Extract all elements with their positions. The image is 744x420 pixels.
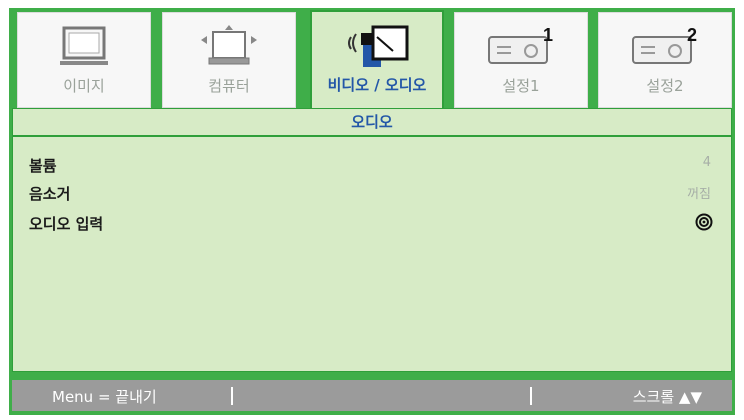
video-audio-icon	[312, 20, 442, 70]
target-icon[interactable]	[695, 213, 713, 231]
tab-image[interactable]: 이미지	[17, 12, 151, 108]
image-monitor-icon	[18, 21, 150, 71]
tab-label: 설정2	[646, 77, 684, 95]
footer-scroll-hint: 스크롤 ▲▼	[632, 388, 702, 406]
osd-menu: 이미지 컴퓨터 비디오 / 오디오 1 설정1 2 설정2 오디오 볼륨 4 음…	[9, 8, 735, 415]
computer-icon	[163, 21, 295, 71]
footer-exit-hint: Menu = 끝내기	[52, 388, 157, 406]
footer-bar: Menu = 끝내기 스크롤 ▲▼	[12, 380, 732, 411]
menu-item-audio-input[interactable]: 오디오 입력	[13, 209, 731, 235]
tab-label: 이미지	[63, 77, 105, 95]
tab-computer[interactable]: 컴퓨터	[162, 12, 296, 108]
svg-text:1: 1	[543, 25, 553, 45]
audio-panel: 오디오 볼륨 4 음소거 꺼짐 오디오 입력	[12, 108, 732, 372]
projector-settings-2-icon: 2	[599, 21, 731, 71]
footer-divider	[530, 387, 532, 405]
mute-value: 꺼짐	[687, 187, 711, 202]
tab-video-audio[interactable]: 비디오 / 오디오	[310, 10, 444, 108]
menu-item-volume[interactable]: 볼륨 4	[13, 151, 731, 177]
tab-setup-1[interactable]: 1 설정1	[454, 12, 588, 108]
menu-item-mute[interactable]: 음소거 꺼짐	[13, 179, 731, 205]
menu-item-label: 오디오 입력	[29, 215, 104, 233]
tab-label: 컴퓨터	[208, 77, 250, 95]
tab-setup-2[interactable]: 2 설정2	[598, 12, 732, 108]
volume-value: 4	[702, 155, 711, 170]
menu-item-label: 음소거	[29, 185, 71, 203]
panel-title: 오디오	[13, 109, 731, 137]
svg-text:2: 2	[687, 25, 697, 45]
tab-label: 설정1	[502, 77, 540, 95]
projector-settings-1-icon: 1	[455, 21, 587, 71]
tab-label: 비디오 / 오디오	[327, 76, 427, 94]
menu-item-label: 볼륨	[29, 157, 57, 175]
footer-divider	[231, 387, 233, 405]
